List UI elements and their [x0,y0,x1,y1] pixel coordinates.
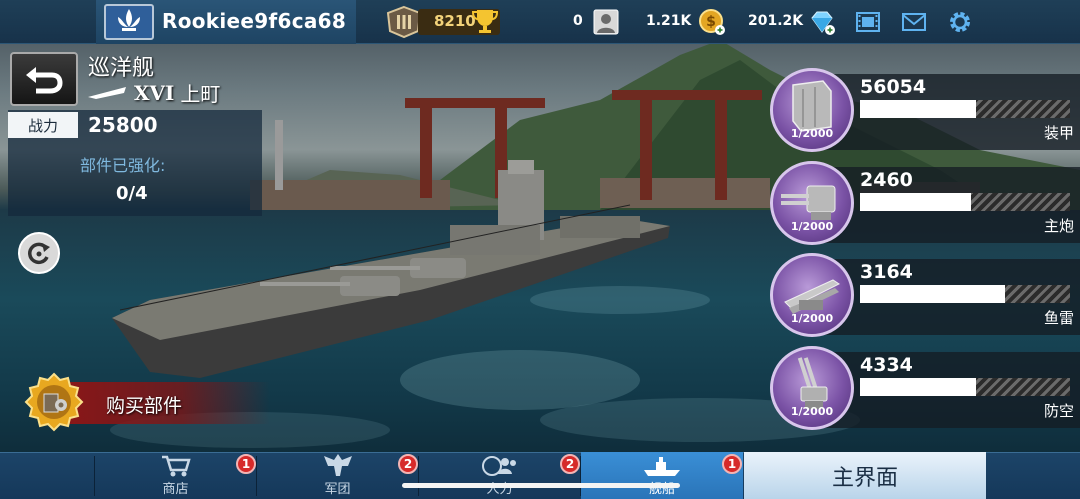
part-torpedo-count: 1/2000 [790,312,834,325]
part-main-gun-name: 主炮 [1043,217,1074,235]
part-torpedo-bar-fill [860,285,1005,303]
part-armor[interactable]: 1/2000 56054 装甲 [770,68,1080,152]
username: Rookiee9f6ca68 [162,9,347,33]
power-label: 战力 [8,112,78,138]
part-main-gun-count: 1/2000 [790,220,834,233]
part-torpedo-value: 3164 [860,261,913,283]
nav-force[interactable]: 人力 [419,452,580,499]
part-armor-value: 56054 [860,76,927,98]
part-main-gun-bar-fill [860,193,972,211]
part-torpedo-bar [860,285,1070,303]
part-armor-bar-fill [860,100,976,118]
part-anti-air-count: 1/2000 [790,405,834,418]
diamond-value: 201.2K [748,13,804,29]
back-button[interactable] [10,52,78,106]
part-anti-air-bar-fill [860,378,976,396]
ship-icon [644,457,680,476]
ship-silhouette-icon [88,86,126,99]
people-globe-icon [481,456,516,476]
rotate-view-button[interactable] [18,232,60,274]
settings-gear-icon[interactable] [946,8,974,36]
gold-coin-add-icon[interactable]: $ [698,8,726,36]
notification-badge: 1 [236,454,256,474]
rotate-icon [28,242,50,265]
part-main-gun-value: 2460 [860,169,913,191]
diamond-add-icon[interactable] [808,8,836,36]
parts-gear-icon[interactable] [24,372,84,432]
buy-parts-label: 购买部件 [106,395,183,417]
gold-value: 1.21K [646,13,692,29]
player-avatar[interactable] [104,4,154,40]
nav-legion-label: 军团 [324,482,351,497]
notification-badge: 1 [722,454,742,474]
part-main-gun[interactable]: 1/2000 2460 主炮 [770,161,1080,245]
part-anti-air-name: 防空 [1043,402,1074,420]
ship-name: 上町 [180,82,221,106]
eagle-emblem-icon [323,454,352,476]
ship-tier: XVI [134,80,175,105]
power-value: 25800 [88,113,158,137]
part-anti-air-bar [860,378,1070,396]
notification-badge: 2 [560,454,580,474]
profile-card-icon[interactable] [592,8,620,36]
enhance-label: 部件已强化: [80,156,166,175]
nav-legion[interactable]: 军团 [257,452,418,499]
nav-shop-label: 商店 [162,482,189,497]
shop-cart-icon [161,455,191,477]
stat-value: 0 [573,13,583,29]
part-torpedo[interactable]: 1/2000 3164 鱼雷 [770,253,1080,337]
film-icon[interactable] [854,8,882,36]
nav-ships[interactable]: 舰船 [581,452,743,499]
trophy-icon [471,10,499,33]
nav-shop[interactable]: 商店 [95,452,256,499]
part-anti-air[interactable]: 1/2000 4334 防空 [770,346,1080,430]
part-armor-name: 装甲 [1043,124,1074,142]
ship-title: XVI 上町 [88,78,220,107]
main-menu-button[interactable]: 主界面 [744,452,986,499]
back-arrow-icon [26,67,63,94]
mail-icon[interactable] [900,8,928,36]
part-torpedo-name: 鱼雷 [1043,309,1074,327]
part-main-gun-bar [860,193,1070,211]
enhance-value: 0/4 [116,183,148,204]
part-anti-air-value: 4334 [860,354,913,376]
home-indicator[interactable] [402,483,680,488]
fleur-de-lis-icon [118,9,140,31]
notification-badge: 2 [398,454,418,474]
part-armor-bar [860,100,1070,118]
part-armor-count: 1/2000 [790,127,834,140]
svg-text:$: $ [706,14,716,30]
